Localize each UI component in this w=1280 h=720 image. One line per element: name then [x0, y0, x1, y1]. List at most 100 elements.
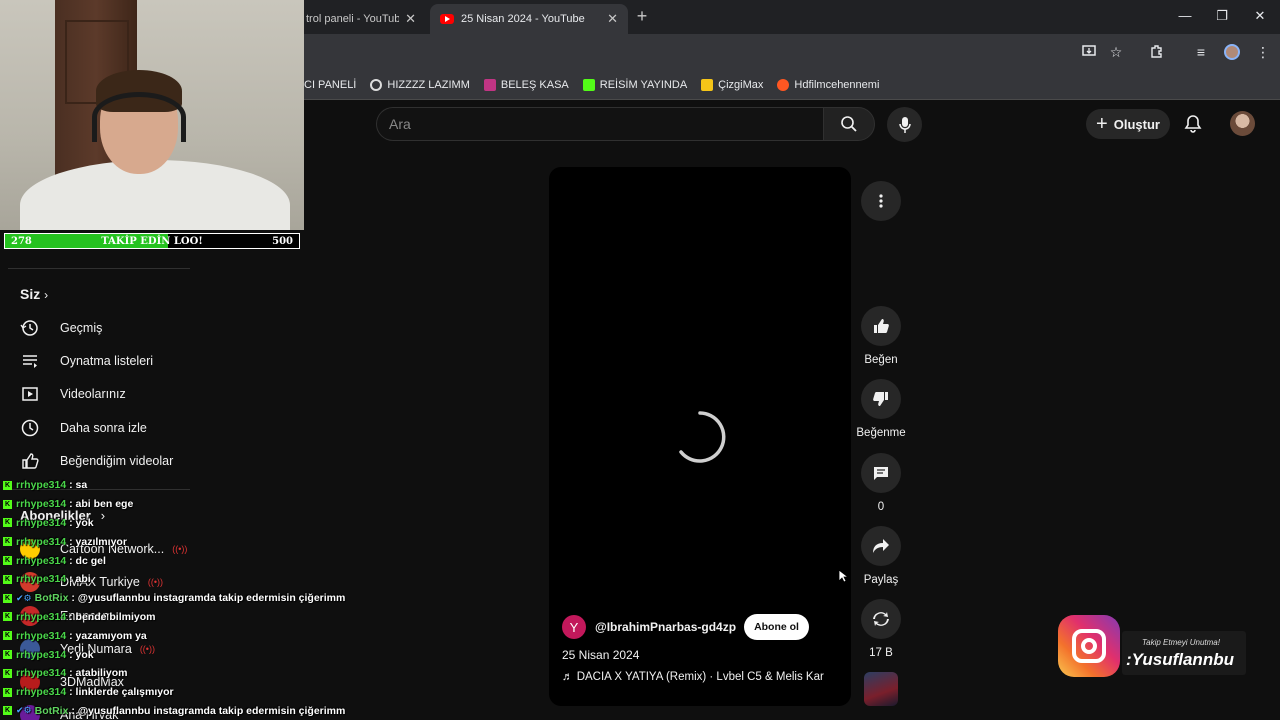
share-label: Paylaş	[863, 574, 899, 586]
close-icon[interactable]: ✕	[405, 11, 416, 27]
chat-username: BotRix	[34, 592, 69, 605]
sidebar-item-watch-later[interactable]: Daha sonra izle	[20, 417, 147, 439]
like-label: Beğen	[864, 354, 898, 366]
notifications-bell-icon[interactable]	[1183, 114, 1203, 134]
kick-logo-icon	[582, 78, 595, 91]
new-tab-icon[interactable]: +	[632, 6, 652, 27]
chat-separator: :	[66, 629, 76, 642]
kick-badge-icon: K	[3, 593, 12, 603]
kebab-menu-icon[interactable]: ⋮	[1254, 43, 1272, 61]
chat-text: @yusuflannbu instagramda takip edermisin…	[77, 704, 346, 717]
sidebar-item-playlists[interactable]: Oynatma listeleri	[20, 350, 153, 372]
chevron-right-icon: ›	[44, 288, 49, 302]
chat-text: @yusuflannbu instagramda takip edermisin…	[77, 592, 346, 605]
like-button[interactable]	[861, 306, 901, 346]
sidebar-item-history[interactable]: Geçmiş	[20, 317, 102, 339]
more-options-button[interactable]	[861, 181, 901, 221]
account-avatar[interactable]	[1230, 111, 1255, 136]
chat-username: rrhype314	[16, 648, 67, 661]
subscribe-button[interactable]: Abone ol	[744, 614, 809, 640]
goal-label: TAKİP EDİN LOO!	[101, 236, 203, 247]
loading-spinner-icon	[679, 411, 726, 463]
kick-badge-icon: K	[3, 612, 12, 622]
bookmark-item[interactable]: REİSİM YAYINDA	[582, 78, 687, 91]
channel-row: Y @IbrahimPnarbas-gd4zp Abone ol	[562, 614, 809, 640]
chat-message: Krrhype314 : yok	[3, 645, 363, 664]
chat-message: Krrhype314 : bende bilmiyom	[3, 608, 363, 627]
chat-separator: :	[66, 610, 76, 623]
chat-message: Krrhype314 : yazılmıyor	[3, 532, 363, 551]
channel-name[interactable]: @IbrahimPnarbas-gd4zp	[595, 620, 736, 634]
comments-button[interactable]	[861, 453, 901, 493]
tab-title: 25 Nisan 2024 - YouTube	[461, 13, 585, 25]
bookmark-icon	[701, 78, 714, 91]
bookmark-item[interactable]: ÇizgiMax	[701, 78, 763, 91]
sidebar-item-your-videos[interactable]: Videolarınız	[20, 383, 126, 405]
bookmark-item[interactable]: Hdfilmcehennemi	[777, 78, 879, 91]
bookmark-star-icon[interactable]: ☆	[1107, 43, 1125, 61]
dislike-action: Beğenme	[843, 379, 919, 439]
kick-badge-icon: K	[3, 650, 12, 660]
search-button[interactable]	[823, 107, 875, 141]
music-link[interactable]: ♬ DACIA X YATIYA (Remix) · Lvbel C5 & Me…	[562, 671, 824, 683]
minimize-icon[interactable]: —	[1176, 8, 1194, 23]
channel-avatar[interactable]: Y	[562, 615, 586, 639]
follower-goal-bar: 278 TAKİP EDİN LOO! 500	[4, 233, 300, 249]
playlist-icon	[23, 355, 37, 368]
create-label: Oluştur	[1113, 116, 1160, 132]
goal-target: 500	[272, 236, 293, 247]
bot-badge-icon: ✔⚙	[16, 592, 32, 603]
like-icon	[22, 453, 39, 469]
bookmark-item[interactable]: CI PANELİ	[304, 79, 356, 91]
remix-button[interactable]	[861, 599, 901, 639]
sidebar-item-label: Oynatma listeleri	[60, 354, 154, 368]
sidebar-you-heading[interactable]: Siz ›	[20, 286, 48, 302]
create-button[interactable]: + Oluştur	[1086, 109, 1170, 139]
chat-separator: :	[66, 554, 76, 567]
short-title: 25 Nisan 2024	[562, 648, 640, 662]
kick-badge-icon: K	[3, 480, 12, 490]
chat-username: rrhype314	[16, 667, 67, 680]
chat-message: Krrhype314 : abi	[3, 570, 363, 589]
close-icon[interactable]: ✕	[607, 11, 618, 27]
you-heading-label: Siz	[20, 286, 41, 302]
voice-search-button[interactable]	[887, 107, 922, 142]
kick-badge-icon: K	[3, 556, 12, 566]
tab-current-short[interactable]: 25 Nisan 2024 - YouTube ✕	[430, 4, 628, 34]
sound-thumbnail[interactable]	[864, 672, 898, 706]
dislike-label: Beğenme	[856, 427, 906, 439]
media-queue-icon[interactable]: ≡	[1192, 43, 1210, 61]
restore-icon[interactable]: ❐	[1213, 8, 1231, 24]
chat-message: Krrhype314 : yazamıyom ya	[3, 626, 363, 645]
install-app-icon[interactable]	[1080, 43, 1098, 61]
bookmark-icon	[483, 78, 496, 91]
remix-action: 17 B	[843, 599, 919, 659]
browser-profile-icon[interactable]	[1224, 44, 1240, 60]
instagram-logo-icon	[1058, 615, 1120, 677]
chat-text: yok	[75, 648, 94, 661]
bookmark-icon	[777, 78, 790, 91]
share-button[interactable]	[861, 526, 901, 566]
shorts-player[interactable]: Y @IbrahimPnarbas-gd4zp Abone ol 25 Nisa…	[549, 167, 851, 706]
chat-username: rrhype314	[16, 479, 67, 492]
search-input[interactable]: Ara	[376, 107, 823, 141]
window-close-icon[interactable]: ✕	[1251, 8, 1269, 24]
sidebar-item-liked-videos[interactable]: Beğendiğim videolar	[20, 450, 173, 472]
plus-icon: +	[1096, 113, 1108, 135]
thumbs-up-icon	[874, 319, 889, 333]
dislike-button[interactable]	[861, 379, 901, 419]
thumbs-down-icon	[873, 392, 888, 406]
bookmark-item[interactable]: HIZZZZ LAZIMM	[370, 78, 470, 91]
bookmark-item[interactable]: BELEŞ KASA	[483, 78, 569, 91]
chat-text: abi ben ege	[75, 498, 134, 511]
microphone-icon	[898, 116, 911, 133]
comments-action: 0	[843, 453, 919, 513]
tab-control-panel[interactable]: trol paneli - YouTube ✕	[296, 4, 426, 34]
bookmark-label: CI PANELİ	[304, 78, 357, 91]
chat-text: yazılmıyor	[75, 535, 127, 548]
comment-icon	[874, 467, 888, 480]
sidebar-item-label: Beğendiğim videolar	[60, 454, 174, 468]
chat-message: Krrhype314 : dc gel	[3, 551, 363, 570]
chat-separator: :	[68, 592, 78, 605]
extensions-icon[interactable]	[1148, 43, 1166, 61]
